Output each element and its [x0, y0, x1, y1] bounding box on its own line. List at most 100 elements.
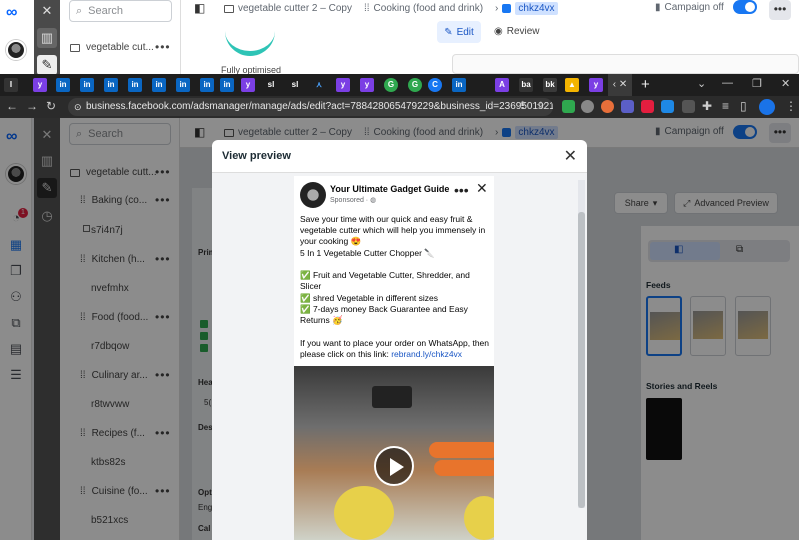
tab-icon[interactable]: sl [264, 78, 278, 92]
video-frame-detail [464, 496, 494, 540]
side-panel-icon[interactable]: ▯ [740, 99, 747, 113]
profile-avatar-icon[interactable] [759, 99, 775, 115]
globe-icon: ◍ [370, 197, 377, 204]
page-name[interactable]: Your Ultimate Gadget Guide [330, 184, 449, 194]
tab-icon[interactable]: G [408, 78, 422, 92]
pencil-icon: ✎ [444, 26, 453, 38]
bg-panel-toggle-icon[interactable]: ◧ [194, 1, 205, 15]
close-window-icon[interactable]: ✕ [781, 77, 790, 90]
tab-linkedin-icon[interactable]: in [104, 78, 118, 92]
tab-linkedin-icon[interactable]: in [80, 78, 94, 92]
bg-search-placeholder: Search [88, 5, 124, 17]
reading-list-icon[interactable]: ≡ [722, 99, 729, 113]
bg-campaign-toggle[interactable] [733, 0, 757, 14]
bg-more-icon[interactable]: ••• [155, 40, 171, 54]
folder-icon [70, 43, 80, 52]
tab-icon[interactable]: A [495, 78, 509, 92]
extension-icon[interactable] [661, 100, 674, 113]
extension-icon[interactable] [562, 100, 575, 113]
bg-optimisation-gauge [225, 30, 275, 56]
tab-linkedin-icon[interactable]: in [220, 78, 234, 92]
share-page-icon[interactable]: ⇪ [518, 99, 527, 112]
bg-left-rail: ∞ [0, 0, 32, 74]
bg-optimised-label: Fully optimised [221, 65, 282, 74]
chevron-down-icon[interactable]: ⌄ [697, 77, 706, 90]
meta-logo-icon[interactable]: ∞ [6, 4, 17, 22]
search-icon: ⌕ [76, 4, 83, 17]
grid-icon: ⁞⁞ [363, 3, 370, 14]
browser-menu-icon[interactable]: ⋮ [785, 99, 797, 113]
modal-close-icon[interactable]: ✕ [564, 146, 577, 166]
ad-primary-text: Save your time with our quick and easy f… [300, 214, 486, 246]
tab-linkedin-icon[interactable]: in [152, 78, 166, 92]
ad-preview-card: Your Ultimate Gadget Guide Sponsored · ◍… [294, 176, 494, 540]
tab-yahoo-icon[interactable]: y [33, 78, 47, 92]
extension-icon[interactable] [641, 100, 654, 113]
play-icon[interactable] [374, 446, 414, 486]
tab-drive-icon[interactable]: ▲ [565, 78, 579, 92]
forward-icon[interactable]: → [26, 99, 38, 113]
extension-icon[interactable] [621, 100, 634, 113]
url-bar[interactable]: ⊙ business.facebook.com/adsmanager/manag… [68, 98, 553, 116]
video-frame-detail [434, 460, 494, 476]
sponsored-label: Sponsored · ◍ [330, 197, 377, 204]
bg-more-button[interactable]: ••• [769, 0, 791, 20]
ad-cta-link[interactable]: rebrand.ly/chkz4vx [391, 349, 462, 359]
tab-yahoo-icon[interactable]: y [241, 78, 255, 92]
browser-tab-strip: I y in in in in in in in in y sl sl ⋏ y … [0, 74, 799, 96]
extension-icon[interactable] [601, 100, 614, 113]
bg-tool-rail: ✕ ▥ ✎ [34, 0, 60, 74]
ad-video[interactable] [294, 366, 494, 540]
view-preview-modal: View preview ✕ Your Ultimate Gadget Guid… [212, 140, 587, 540]
folder-icon [224, 4, 234, 13]
tab-yahoo-icon[interactable]: y [336, 78, 350, 92]
bg-edit-button[interactable]: ✎ Edit [437, 21, 481, 43]
eye-icon: ◉ [494, 26, 503, 37]
tab-linkedin-icon[interactable]: in [176, 78, 190, 92]
back-icon[interactable]: ← [6, 99, 18, 113]
bg-close-icon[interactable]: ✕ [37, 1, 57, 21]
tab-linkedin-icon[interactable]: in [128, 78, 142, 92]
video-frame-detail [372, 386, 412, 408]
tab-icon[interactable]: I [4, 78, 18, 92]
bg-search-input[interactable]: ⌕ Search [69, 0, 172, 22]
tab-icon[interactable]: sl [288, 78, 302, 92]
page-avatar[interactable] [300, 182, 326, 208]
tab-yahoo-icon[interactable]: y [360, 78, 374, 92]
browser-address-bar: ← → ↻ ⊙ business.facebook.com/adsmanager… [0, 96, 799, 118]
video-frame-detail [429, 442, 494, 458]
chevron-right-icon: › [495, 3, 499, 14]
site-info-icon[interactable]: ⊙ [74, 98, 82, 116]
tab-linkedin-icon[interactable]: in [452, 78, 466, 92]
ad-more-icon[interactable]: ••• [454, 182, 469, 198]
divider [180, 0, 181, 74]
tab-icon[interactable]: ⋏ [312, 78, 326, 92]
minimize-icon[interactable]: — [722, 77, 733, 89]
tab-icon[interactable]: ba [519, 78, 533, 92]
tab-yahoo-icon[interactable]: y [589, 78, 603, 92]
tab-icon[interactable]: G [384, 78, 398, 92]
active-tab[interactable]: ‹ ✕ [608, 74, 632, 96]
ad-bullet: ✅ Fruit and Vegetable Cutter, Shredder, … [300, 270, 470, 291]
bg-review-button[interactable]: ◉ Review [494, 26, 540, 37]
tab-linkedin-icon[interactable]: in [200, 78, 214, 92]
bg-account-avatar[interactable] [6, 40, 26, 60]
bg-pencil-icon[interactable]: ✎ [37, 55, 57, 74]
bookmark-star-icon[interactable]: ☆ [536, 99, 546, 112]
background-window: ∞ ✕ ▥ ✎ ⌕ Search vegetable cut... ••• ◧ … [0, 0, 799, 74]
extension-icon[interactable] [581, 100, 594, 113]
bg-chart-icon[interactable]: ▥ [37, 28, 57, 48]
extension-icon[interactable] [682, 100, 695, 113]
bg-card [452, 54, 799, 74]
url-text: business.facebook.com/adsmanager/manage/… [86, 101, 553, 112]
tab-icon[interactable]: C [428, 78, 442, 92]
tab-linkedin-icon[interactable]: in [56, 78, 70, 92]
bg-tree-item[interactable]: vegetable cut... [70, 42, 154, 53]
restore-icon[interactable]: ❐ [752, 77, 762, 90]
ad-hide-icon[interactable]: ✕ [476, 180, 488, 197]
tab-icon[interactable]: bk [543, 78, 557, 92]
preview-scrollbar-thumb[interactable] [578, 212, 585, 508]
extensions-puzzle-icon[interactable]: ✚ [702, 99, 712, 113]
reload-icon[interactable]: ↻ [46, 99, 56, 113]
new-tab-button[interactable]: + [641, 76, 650, 93]
